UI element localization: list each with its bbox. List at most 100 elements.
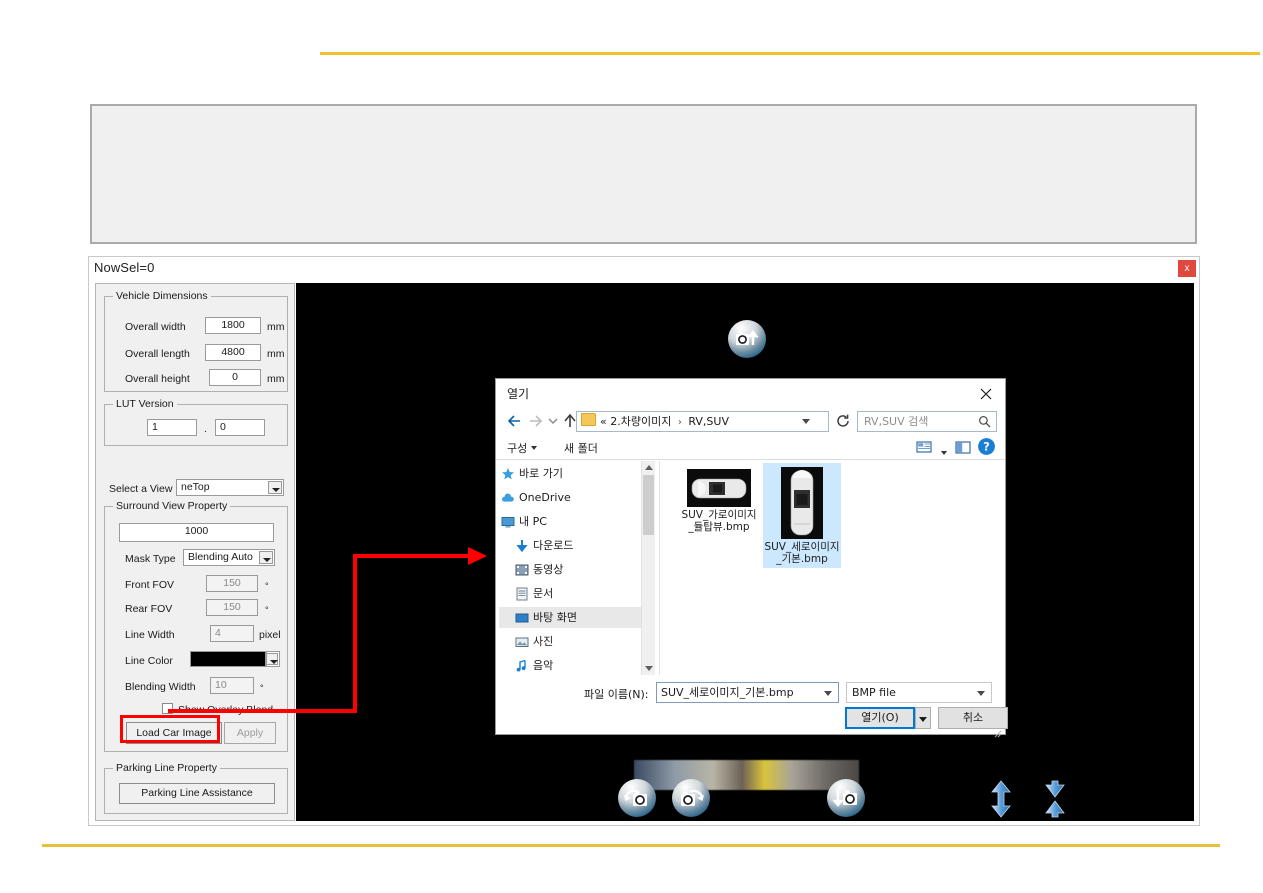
chevron-down-icon[interactable] (267, 653, 278, 665)
nav-item-desktop[interactable]: 바탕 화면 (499, 607, 641, 628)
header-accent-rule (320, 52, 1260, 55)
nav-item-label: 내 PC (519, 515, 547, 528)
nav-item-music[interactable]: 음악 (499, 655, 641, 675)
video-icon (515, 563, 529, 577)
blending-width-input[interactable]: 10 (210, 677, 254, 694)
front-fov-unit: ° (265, 581, 269, 591)
chevron-down-icon[interactable] (268, 481, 282, 494)
show-overlay-blend-checkbox[interactable] (162, 703, 173, 714)
music-icon (515, 659, 529, 673)
line-color-dropdown[interactable] (266, 651, 280, 667)
surround-view-property-title: Surround View Property (113, 500, 231, 512)
chevron-down-icon[interactable] (802, 419, 810, 424)
search-icon[interactable] (978, 415, 991, 434)
nav-item-videos[interactable]: 동영상 (499, 559, 641, 580)
close-button[interactable]: x (1178, 260, 1196, 277)
nav-item-label: 바탕 화면 (533, 611, 577, 624)
nav-item-onedrive[interactable]: OneDrive (499, 487, 641, 508)
filetype-dropdown[interactable]: BMP file (846, 682, 992, 703)
load-car-image-button[interactable]: Load Car Image (126, 722, 222, 744)
mask-type-label: Mask Type (125, 553, 176, 565)
overall-length-input[interactable]: 4800 (205, 344, 261, 361)
front-fov-label: Front FOV (125, 579, 175, 591)
scroll-down-icon[interactable] (645, 666, 653, 671)
line-color-label: Line Color (125, 655, 173, 667)
surround-view-top-input[interactable]: 1000 (119, 523, 274, 542)
preview-pane-button[interactable] (954, 438, 972, 460)
scroll-up-icon[interactable] (645, 465, 653, 470)
navigation-pane: 바로 가기 OneDrive 내 PC 다운로드 동영상 문서 바탕 화면 사진… (499, 461, 655, 675)
nav-item-quick-access[interactable]: 바로 가기 (499, 463, 641, 484)
breadcrumb-part-1[interactable]: RV,SUV (688, 415, 729, 428)
file-item-landscape[interactable]: SUV_가로이미지_듈탑뷰.bmp (680, 465, 758, 536)
nav-item-documents[interactable]: 문서 (499, 583, 641, 604)
expand-vertical-icon[interactable] (984, 779, 1018, 821)
camera-rotate-left-icon[interactable] (618, 779, 656, 817)
mask-type-dropdown[interactable]: Blending Auto (183, 549, 275, 566)
download-icon (515, 539, 529, 553)
cloud-icon (501, 491, 515, 505)
open-button[interactable]: 열기(O) (845, 707, 915, 729)
nav-item-label: OneDrive (519, 491, 571, 504)
file-list-pane[interactable]: SUV_가로이미지_듈탑뷰.bmp SUV_세로이미지_기본.bmp (659, 461, 1002, 675)
app-titlebar: NowSel=0 x (89, 257, 1199, 282)
collapse-vertical-icon[interactable] (1038, 779, 1072, 821)
apply-button[interactable]: Apply (224, 722, 276, 744)
line-width-input[interactable]: 4 (210, 625, 254, 642)
dialog-footer: 파일 이름(N): SUV_세로이미지_기본.bmp BMP file 열기(O… (496, 677, 1008, 738)
new-folder-button[interactable]: 새 폴더 (564, 440, 598, 456)
chevron-down-icon[interactable] (977, 691, 985, 696)
dialog-close-icon[interactable] (971, 383, 1001, 405)
parking-line-assistance-button[interactable]: Parking Line Assistance (119, 783, 275, 804)
organize-menu[interactable]: 구성 (507, 440, 538, 456)
line-color-swatch[interactable] (190, 651, 266, 667)
filename-input[interactable]: SUV_세로이미지_기본.bmp (656, 682, 839, 703)
chevron-down-icon (941, 451, 947, 455)
camera-up-icon[interactable] (728, 320, 766, 358)
rear-fov-input[interactable]: 150 (206, 599, 258, 616)
document-icon (515, 587, 529, 601)
nav-item-label: 문서 (533, 587, 554, 600)
resize-grip[interactable] (993, 723, 1002, 738)
lut-version-title: LUT Version (113, 398, 177, 410)
nav-item-downloads[interactable]: 다운로드 (499, 535, 641, 556)
control-panel: Vehicle Dimensions Overall width 1800 mm… (95, 283, 295, 821)
front-fov-input[interactable]: 150 (206, 575, 258, 592)
refresh-icon[interactable] (834, 412, 852, 431)
folder-icon (581, 413, 596, 426)
forward-icon[interactable] (525, 411, 545, 431)
file-item-portrait[interactable]: SUV_세로이미지_기본.bmp (763, 463, 841, 568)
camera-rotate-right-icon[interactable] (672, 779, 710, 817)
camera-down-icon[interactable] (827, 779, 865, 817)
surround-view-property-group: Surround View Property 1000 Mask Type Bl… (104, 500, 288, 752)
nav-item-label: 바로 가기 (519, 467, 563, 480)
change-view-button[interactable] (915, 438, 933, 460)
open-split-dropdown[interactable] (915, 707, 931, 729)
overall-width-input[interactable]: 1800 (205, 317, 261, 334)
nav-item-this-pc[interactable]: 내 PC (499, 511, 641, 532)
breadcrumb-separator: › (677, 417, 682, 428)
chevron-down-icon[interactable] (824, 691, 832, 696)
nav-item-pictures[interactable]: 사진 (499, 631, 641, 652)
select-a-view-dropdown[interactable]: neTop (176, 479, 284, 496)
parking-line-property-group: Parking Line Property Parking Line Assis… (104, 762, 288, 814)
breadcrumb[interactable]: « 2.차량이미지 › RV,SUV (576, 411, 829, 432)
file-thumbnail (687, 469, 751, 507)
breadcrumb-part-0[interactable]: 2.차량이미지 (610, 415, 671, 428)
search-placeholder-text: RV,SUV 검색 (864, 415, 929, 428)
filetype-value: BMP file (852, 686, 896, 699)
vehicle-dimensions-title: Vehicle Dimensions (113, 290, 211, 302)
back-icon[interactable] (505, 411, 525, 431)
help-icon[interactable]: ? (977, 437, 996, 460)
chevron-down-icon[interactable] (259, 551, 273, 564)
overall-height-input[interactable]: 0 (209, 369, 261, 386)
lut-version-separator: . (204, 423, 207, 435)
lut-minor-input[interactable]: 0 (215, 419, 265, 436)
lut-major-input[interactable]: 1 (147, 419, 197, 436)
file-name-label: SUV_가로이미지_듈탑뷰.bmp (681, 509, 757, 533)
breadcrumb-prefix: « (600, 415, 607, 428)
filename-value: SUV_세로이미지_기본.bmp (661, 686, 794, 699)
navigation-pane-scrollbar[interactable] (641, 461, 655, 675)
search-input[interactable]: RV,SUV 검색 (857, 411, 997, 432)
scrollbar-thumb[interactable] (643, 475, 654, 535)
